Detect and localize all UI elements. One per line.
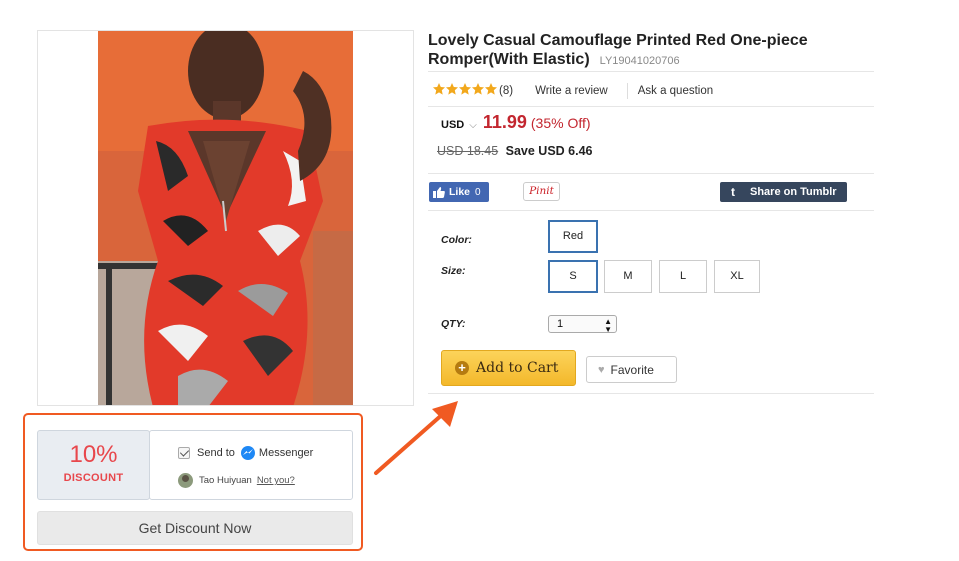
discount-card: 10% DISCOUNT: [37, 430, 150, 500]
ask-question-link[interactable]: Ask a question: [638, 85, 713, 97]
star-icon: [472, 83, 484, 95]
star-icon: [433, 83, 445, 95]
product-title: Lovely Casual Camouflage Printed Red One…: [428, 31, 828, 71]
savings-amount: Save USD 6.46: [505, 144, 593, 158]
messenger-user-row: Tao Huiyuan Not you?: [178, 473, 295, 488]
rating-stars: [432, 82, 497, 99]
send-to-messenger-row[interactable]: Send to Messenger: [178, 446, 313, 460]
add-to-cart-button[interactable]: + Add to Cart: [441, 350, 576, 386]
like-label: Like: [449, 186, 471, 198]
messenger-optin: Send to Messenger Tao Huiyuan Not you?: [149, 430, 353, 500]
discount-widget: 10% DISCOUNT Send to Messenger Tao Huiyu…: [23, 413, 363, 551]
messenger-icon: [240, 446, 255, 460]
thumbs-up-icon: [433, 186, 445, 198]
size-option-xl[interactable]: XL: [714, 260, 760, 293]
product-image[interactable]: [37, 30, 414, 406]
original-price: USD 18.45: [437, 144, 499, 158]
send-to-label: Send to: [197, 447, 235, 459]
divider: [428, 393, 874, 394]
heart-icon: ♥: [598, 363, 605, 376]
star-icon: [459, 83, 471, 95]
current-price: 11.99: [482, 112, 527, 132]
avatar: [178, 473, 193, 488]
divider: [428, 210, 874, 211]
price-row: USD ⌵ 11.99 (35% Off): [441, 112, 591, 133]
divider: [428, 106, 874, 107]
select-arrows-icon: ▲ ▼: [604, 317, 612, 334]
size-label: Size:: [441, 265, 466, 277]
quantity-value: 1: [557, 318, 564, 330]
tumblr-icon: t: [731, 185, 735, 199]
color-option-red[interactable]: Red: [548, 220, 598, 253]
qty-label: QTY:: [441, 318, 466, 330]
review-count[interactable]: (8): [499, 85, 513, 97]
pinterest-button[interactable]: Pinit: [523, 182, 560, 201]
rating-row: (8) Write a review Ask a question: [432, 82, 713, 99]
favorite-label: Favorite: [610, 362, 654, 377]
currency-selector[interactable]: USD: [441, 119, 464, 131]
size-option-l[interactable]: L: [659, 260, 707, 293]
get-discount-button[interactable]: Get Discount Now: [37, 511, 353, 545]
savings-row: USD 18.45 Save USD 6.46: [437, 144, 593, 158]
quantity-select[interactable]: 1 ▲ ▼: [548, 315, 617, 334]
divider: [428, 173, 874, 174]
discount-percent: 10%: [69, 441, 118, 468]
not-you-link[interactable]: Not you?: [257, 475, 295, 486]
add-to-cart-label: Add to Cart: [476, 360, 559, 376]
star-icon: [446, 83, 458, 95]
divider: [428, 71, 874, 72]
tumblr-share-button[interactable]: t Share on Tumblr: [720, 182, 847, 202]
favorite-button[interactable]: ♥ Favorite: [586, 356, 677, 383]
product-photo: [98, 31, 353, 405]
star-icon: [485, 83, 497, 95]
chevron-down-icon[interactable]: ⌵: [469, 120, 477, 131]
size-option-m[interactable]: M: [604, 260, 652, 293]
size-option-s[interactable]: S: [548, 260, 598, 293]
plus-icon: +: [455, 361, 469, 375]
separator: [626, 82, 628, 99]
facebook-like-button[interactable]: Like 0: [429, 182, 489, 202]
messenger-label: Messenger: [258, 447, 314, 459]
color-label: Color:: [441, 234, 472, 246]
discount-off: (35% Off): [530, 115, 591, 131]
discount-label: DISCOUNT: [63, 472, 124, 484]
send-to-checkbox[interactable]: [178, 447, 190, 459]
user-name: Tao Huiyuan: [199, 475, 252, 486]
product-sku: LY19041020706: [599, 55, 680, 67]
like-count: 0: [475, 186, 481, 198]
write-review-link[interactable]: Write a review: [535, 85, 608, 97]
arrow-annotation: [374, 401, 458, 475]
tumblr-label: Share on Tumblr: [750, 186, 837, 198]
